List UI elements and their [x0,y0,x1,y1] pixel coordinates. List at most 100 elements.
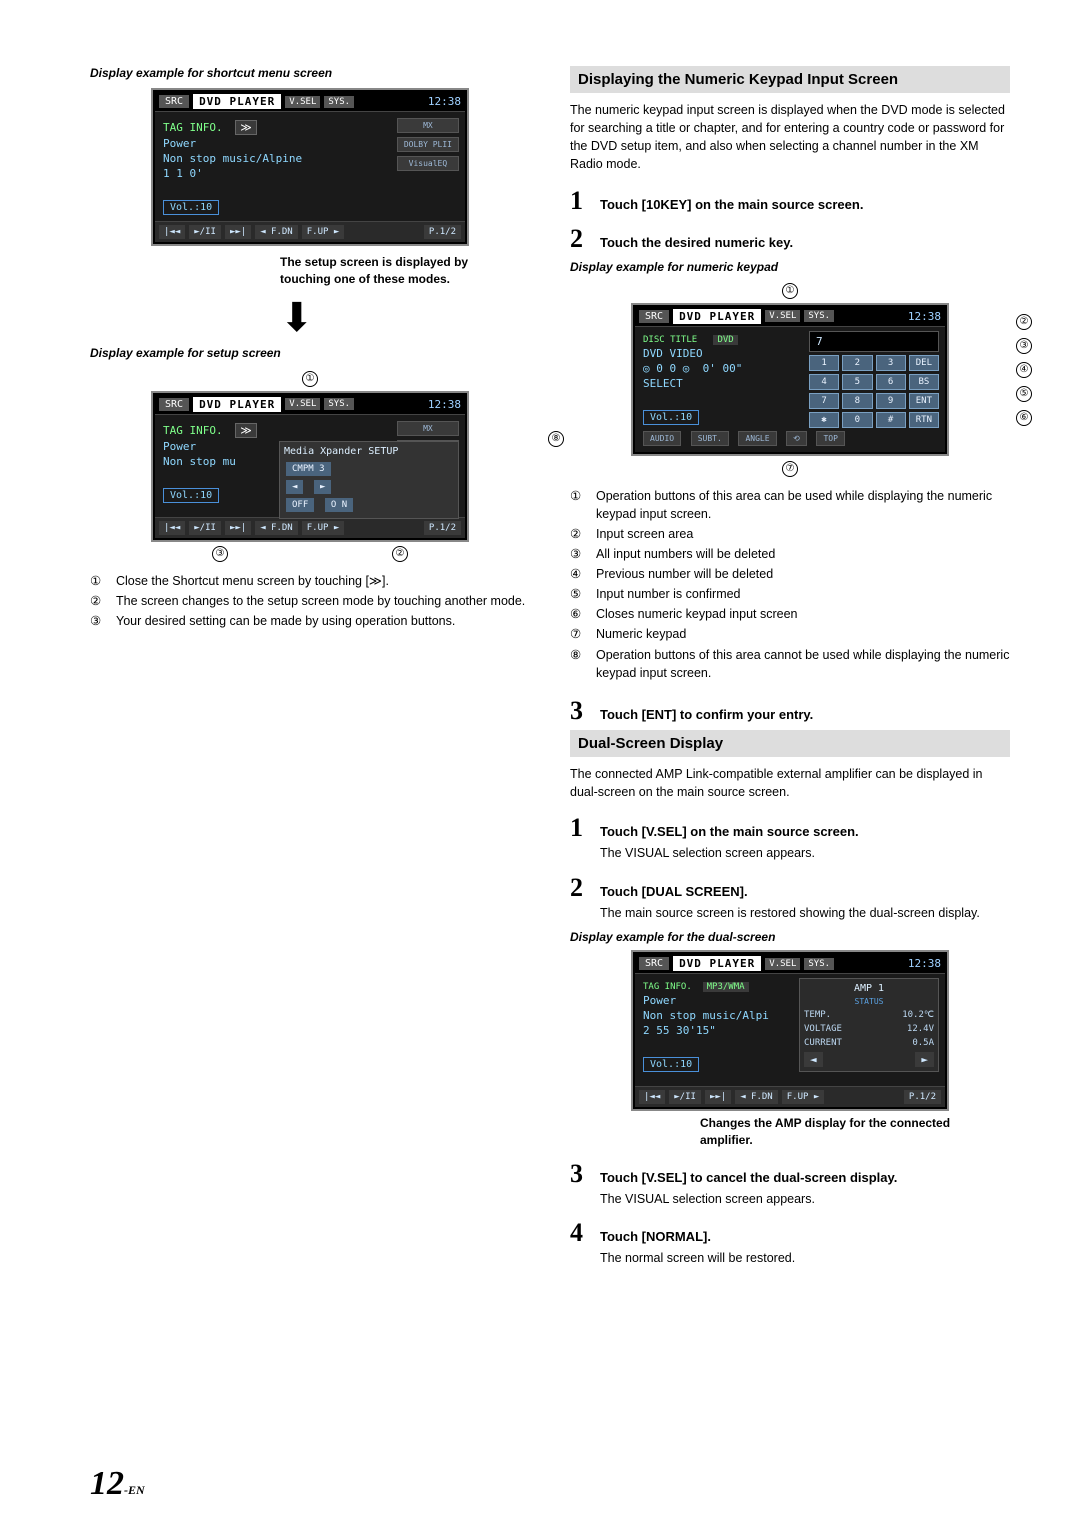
lcd-shortcut: SRC DVD PLAYER V.SEL SYS. 12:38 MX DOLBY… [153,90,467,244]
setup-note: The setup screen is displayed by touchin… [280,254,490,288]
keypad-input: 7 [809,331,939,352]
counter: 0' 00" [703,362,743,375]
btn-prev: |◄◄ [159,225,185,239]
key-3: 3 [876,355,906,371]
lcd-vol: Vol.:10 [163,200,219,215]
btn-audio: AUDIO [643,431,681,446]
btn-subt: SUBT. [691,431,729,446]
key-star: ✱ [809,412,839,428]
le-t2: The screen changes to the setup screen m… [116,592,525,610]
heading-numeric: Displaying the Numeric Keypad Input Scre… [570,66,1010,93]
dstep-1: Touch [V.SEL] on the main source screen. [600,824,859,839]
key-hash: # [876,412,906,428]
chip-mx2: MX [397,421,459,436]
ds-fdn: ◄ F.DN [735,1090,778,1104]
key-del: DEL [909,355,939,371]
kc-5: ⑤ [1016,386,1032,402]
disc-row: ◎ 0 0 ◎ [643,362,689,375]
step-2: Touch the desired numeric key. [600,235,793,250]
btn-p12: P.1/2 [424,225,461,239]
amp-title: AMP 1 [804,983,934,994]
para-dual: The connected AMP Link-compatible extern… [570,765,1010,801]
ds-prev: |◄◄ [639,1090,665,1104]
key-4: 4 [809,374,839,390]
ke-t8: Operation buttons of this area cannot be… [596,646,1010,682]
key-6: 6 [876,374,906,390]
ke-n4: ④ [570,565,588,583]
dstep-1-sub: The VISUAL selection screen appears. [600,845,1010,863]
ke-n2: ② [570,525,588,543]
ke-t7: Numeric keypad [596,625,686,643]
dstep-3-sub: The VISUAL selection screen appears. [600,1191,1010,1209]
callout-2: ② [392,546,408,562]
key-rtn: RTN [909,412,939,428]
dstep-3: Touch [V.SEL] to cancel the dual-screen … [600,1170,897,1185]
dstep-2-num: 2 [570,875,590,901]
chip-mx: MX [397,118,459,133]
setup-panel-title: Media Xpander SETUP [284,446,454,457]
le-t1: Close the Shortcut menu screen by touchi… [116,572,389,590]
amp-left-icon: ◄ [804,1052,823,1067]
btn-fup2: F.UP ► [302,521,345,535]
ke-n6: ⑥ [570,605,588,623]
btn-next2: ►►| [225,521,251,535]
btn-p122: P.1/2 [424,521,461,535]
step-1: Touch [10KEY] on the main source screen. [600,197,863,212]
ds-taginfo: TAG INFO. [643,982,692,992]
btn-top: TOP [816,431,844,446]
step-3: Touch [ENT] to confirm your entry. [600,707,813,722]
ke-n7: ⑦ [570,625,588,643]
caption-setup: Display example for setup screen [90,346,530,360]
ds-vsel: V.SEL [765,958,800,970]
left-column: Display example for shortcut menu screen… [90,60,530,1268]
lcd-keypad: SRC DVD PLAYER V.SEL SYS. 12:38 7 1 2 3 … [633,305,947,454]
btn-fdn2: ◄ F.DN [255,521,298,535]
kp-src: SRC [639,310,669,323]
right-column: Displaying the Numeric Keypad Input Scre… [570,60,1010,1268]
key-ent: ENT [909,393,939,409]
key-bs: BS [909,374,939,390]
kc-3: ③ [1016,338,1032,354]
btn-fup: F.UP ► [302,225,345,239]
key-9: 9 [876,393,906,409]
dstep-2: Touch [DUAL SCREEN]. [600,884,748,899]
amp-temp-lbl: TEMP. [804,1010,831,1020]
amp-temp-val: 10.2℃ [902,1010,934,1020]
key-0: 0 [842,412,872,428]
btn-next: ►►| [225,225,251,239]
ke-t4: Previous number will be deleted [596,565,773,583]
keypad-enum: ①Operation buttons of this area can be u… [570,487,1010,682]
btn-play: ►/II [189,225,221,239]
key-1: 1 [809,355,839,371]
ke-n3: ③ [570,545,588,563]
ds-play: ►/II [669,1090,701,1104]
kp-vsel: V.SEL [765,310,800,322]
key-8: 8 [842,393,872,409]
dstep-2-sub: The main source screen is restored showi… [600,905,1010,923]
ke-n8: ⑧ [570,646,588,682]
kp-sys: SYS. [804,310,834,322]
ds-p12: P.1/2 [904,1090,941,1104]
ds-time: 12:38 [908,957,941,970]
ds-fup: F.UP ► [782,1090,825,1104]
kc-4: ④ [1016,362,1032,378]
dstep-4: Touch [NORMAL]. [600,1229,711,1244]
para-numeric: The numeric keypad input screen is displ… [570,101,1010,174]
lcd-setup: SRC DVD PLAYER V.SEL SYS. 12:38 MX DOLBY… [153,393,467,540]
kp-vol: Vol.:10 [643,410,699,425]
dstep-4-sub: The normal screen will be restored. [600,1250,1010,1268]
amp-right-icon: ► [915,1052,934,1067]
disc-title: DISC TITLE [643,335,697,345]
key-7: 7 [809,393,839,409]
kp-title: DVD PLAYER [673,309,761,324]
ke-t3: All input numbers will be deleted [596,545,775,563]
chip-visual: VisualEQ [397,156,459,171]
heading-dual: Dual-Screen Display [570,730,1010,757]
btn-return-icon: ⟲ [786,431,807,446]
ke-n5: ⑤ [570,585,588,603]
ke-t6: Closes numeric keypad input screen [596,605,798,623]
lcd-vsel: V.SEL [285,96,320,108]
setup-off: OFF [286,498,314,512]
setup-arrow-left-icon: ◄ [286,480,303,494]
le-n3: ③ [90,612,108,630]
